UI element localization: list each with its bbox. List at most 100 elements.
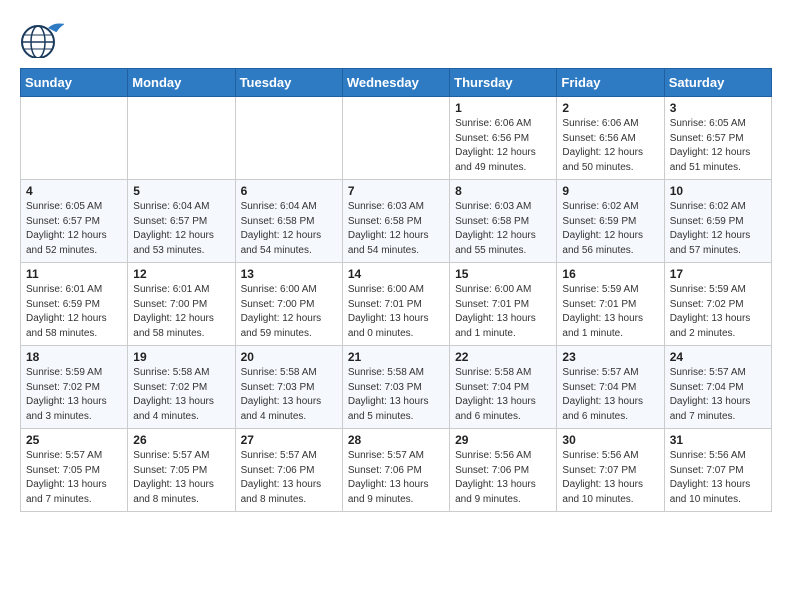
day-number: 8 [455,184,551,198]
calendar-cell: 14 Sunrise: 6:00 AM Sunset: 7:01 PM Dayli… [342,263,449,346]
weekday-header: Monday [128,69,235,97]
weekday-header: Sunday [21,69,128,97]
day-number: 6 [241,184,337,198]
day-info: Sunrise: 6:01 AM Sunset: 7:00 PM Dayligh… [133,283,229,341]
day-info: Sunrise: 6:00 AM Sunset: 7:01 PM Dayligh… [348,283,444,341]
day-info: Sunrise: 5:57 AM Sunset: 7:06 PM Dayligh… [241,449,337,507]
calendar-cell [342,97,449,180]
calendar-cell: 1 Sunrise: 6:06 AM Sunset: 6:56 PM Daylig… [450,97,557,180]
calendar-cell: 16 Sunrise: 5:59 AM Sunset: 7:01 PM Dayli… [557,263,664,346]
calendar-cell [21,97,128,180]
calendar-cell: 31 Sunrise: 5:56 AM Sunset: 7:07 PM Dayli… [664,429,771,512]
day-number: 31 [670,433,766,447]
calendar-cell [235,97,342,180]
logo-icon [20,20,64,58]
day-number: 1 [455,101,551,115]
day-number: 10 [670,184,766,198]
day-number: 22 [455,350,551,364]
day-info: Sunrise: 5:59 AM Sunset: 7:02 PM Dayligh… [670,283,766,341]
day-number: 29 [455,433,551,447]
day-number: 13 [241,267,337,281]
day-info: Sunrise: 5:58 AM Sunset: 7:03 PM Dayligh… [241,366,337,424]
calendar-cell: 22 Sunrise: 5:58 AM Sunset: 7:04 PM Dayli… [450,346,557,429]
day-info: Sunrise: 6:00 AM Sunset: 7:00 PM Dayligh… [241,283,337,341]
day-number: 27 [241,433,337,447]
calendar-cell: 19 Sunrise: 5:58 AM Sunset: 7:02 PM Dayli… [128,346,235,429]
calendar-cell: 2 Sunrise: 6:06 AM Sunset: 6:56 AM Daylig… [557,97,664,180]
calendar-cell: 4 Sunrise: 6:05 AM Sunset: 6:57 PM Daylig… [21,180,128,263]
day-info: Sunrise: 6:06 AM Sunset: 6:56 PM Dayligh… [455,117,551,175]
day-number: 14 [348,267,444,281]
weekday-header: Wednesday [342,69,449,97]
day-info: Sunrise: 5:59 AM Sunset: 7:01 PM Dayligh… [562,283,658,341]
logo [20,20,66,58]
calendar-cell: 20 Sunrise: 5:58 AM Sunset: 7:03 PM Dayli… [235,346,342,429]
day-info: Sunrise: 5:58 AM Sunset: 7:03 PM Dayligh… [348,366,444,424]
day-info: Sunrise: 5:59 AM Sunset: 7:02 PM Dayligh… [26,366,122,424]
day-number: 9 [562,184,658,198]
calendar-cell: 11 Sunrise: 6:01 AM Sunset: 6:59 PM Dayli… [21,263,128,346]
day-info: Sunrise: 6:04 AM Sunset: 6:57 PM Dayligh… [133,200,229,258]
calendar-cell: 9 Sunrise: 6:02 AM Sunset: 6:59 PM Daylig… [557,180,664,263]
weekday-header: Friday [557,69,664,97]
day-info: Sunrise: 5:57 AM Sunset: 7:05 PM Dayligh… [26,449,122,507]
calendar-cell: 3Sunrise: 6:05 AM Sunset: 6:57 PM Daylig… [664,97,771,180]
calendar-cell: 13 Sunrise: 6:00 AM Sunset: 7:00 PM Dayli… [235,263,342,346]
day-number: 28 [348,433,444,447]
calendar-cell: 15 Sunrise: 6:00 AM Sunset: 7:01 PM Dayli… [450,263,557,346]
day-number: 5 [133,184,229,198]
calendar-cell: 27 Sunrise: 5:57 AM Sunset: 7:06 PM Dayli… [235,429,342,512]
day-info: Sunrise: 6:03 AM Sunset: 6:58 PM Dayligh… [348,200,444,258]
calendar-cell [128,97,235,180]
day-number: 4 [26,184,122,198]
calendar-cell: 25 Sunrise: 5:57 AM Sunset: 7:05 PM Dayli… [21,429,128,512]
day-info: Sunrise: 5:56 AM Sunset: 7:06 PM Dayligh… [455,449,551,507]
calendar-cell: 24 Sunrise: 5:57 AM Sunset: 7:04 PM Dayli… [664,346,771,429]
day-number: 23 [562,350,658,364]
weekday-header: Saturday [664,69,771,97]
weekday-header: Thursday [450,69,557,97]
day-number: 18 [26,350,122,364]
day-number: 25 [26,433,122,447]
day-info: Sunrise: 5:58 AM Sunset: 7:04 PM Dayligh… [455,366,551,424]
day-number: 16 [562,267,658,281]
calendar-cell: 17 Sunrise: 5:59 AM Sunset: 7:02 PM Dayli… [664,263,771,346]
day-info: Sunrise: 6:05 AM Sunset: 6:57 PM Dayligh… [26,200,122,258]
day-info: Sunrise: 5:57 AM Sunset: 7:05 PM Dayligh… [133,449,229,507]
day-number: 11 [26,267,122,281]
calendar-cell: 30 Sunrise: 5:56 AM Sunset: 7:07 PM Dayli… [557,429,664,512]
day-info: Sunrise: 6:02 AM Sunset: 6:59 PM Dayligh… [562,200,658,258]
day-info: Sunrise: 5:57 AM Sunset: 7:04 PM Dayligh… [670,366,766,424]
day-info: Sunrise: 6:05 AM Sunset: 6:57 PM Dayligh… [670,117,766,175]
weekday-header: Tuesday [235,69,342,97]
calendar-cell: 10Sunrise: 6:02 AM Sunset: 6:59 PM Dayli… [664,180,771,263]
calendar-cell: 6 Sunrise: 6:04 AM Sunset: 6:58 PM Daylig… [235,180,342,263]
day-info: Sunrise: 5:58 AM Sunset: 7:02 PM Dayligh… [133,366,229,424]
day-number: 15 [455,267,551,281]
calendar-cell: 5 Sunrise: 6:04 AM Sunset: 6:57 PM Daylig… [128,180,235,263]
day-info: Sunrise: 6:04 AM Sunset: 6:58 PM Dayligh… [241,200,337,258]
day-info: Sunrise: 6:06 AM Sunset: 6:56 AM Dayligh… [562,117,658,175]
calendar-cell: 23Sunrise: 5:57 AM Sunset: 7:04 PM Dayli… [557,346,664,429]
calendar-cell: 26 Sunrise: 5:57 AM Sunset: 7:05 PM Dayli… [128,429,235,512]
day-info: Sunrise: 6:00 AM Sunset: 7:01 PM Dayligh… [455,283,551,341]
day-number: 17 [670,267,766,281]
day-number: 2 [562,101,658,115]
day-number: 21 [348,350,444,364]
day-number: 20 [241,350,337,364]
calendar-cell: 28 Sunrise: 5:57 AM Sunset: 7:06 PM Dayli… [342,429,449,512]
calendar-cell: 8Sunrise: 6:03 AM Sunset: 6:58 PM Daylig… [450,180,557,263]
day-info: Sunrise: 5:56 AM Sunset: 7:07 PM Dayligh… [562,449,658,507]
day-number: 26 [133,433,229,447]
day-number: 30 [562,433,658,447]
day-number: 12 [133,267,229,281]
day-info: Sunrise: 6:01 AM Sunset: 6:59 PM Dayligh… [26,283,122,341]
day-number: 24 [670,350,766,364]
calendar-table: SundayMondayTuesdayWednesdayThursdayFrid… [20,68,772,512]
day-info: Sunrise: 5:57 AM Sunset: 7:06 PM Dayligh… [348,449,444,507]
calendar-cell: 18 Sunrise: 5:59 AM Sunset: 7:02 PM Dayli… [21,346,128,429]
day-number: 19 [133,350,229,364]
page-header [20,20,772,58]
calendar-cell: 21 Sunrise: 5:58 AM Sunset: 7:03 PM Dayli… [342,346,449,429]
day-info: Sunrise: 5:56 AM Sunset: 7:07 PM Dayligh… [670,449,766,507]
